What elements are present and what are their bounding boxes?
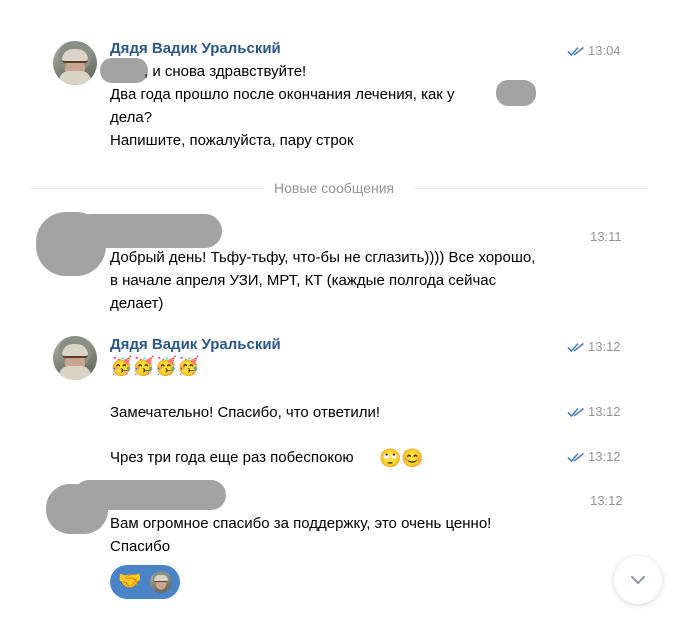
party-face-emoji: 🥳🥳🥳🥳 [110,356,200,376]
message-text: Чрез три года еще раз побеспокою [110,449,354,466]
avatar-shirt [59,71,91,85]
message-text: Два года прошло после окончания лечения,… [110,86,455,103]
avatar-hat [62,49,88,63]
message-text: Напишите, пожалуйста, пару строк [110,132,354,149]
double-check-icon [567,46,584,57]
message-author[interactable]: Дядя Вадик Уральский [110,40,281,57]
redacted-author [74,480,226,510]
message-text: Вам огромное спасибо за поддержку, это о… [110,515,492,532]
message-text: Добрый день! Тьфу-тьфу, что-бы не сглази… [110,249,536,266]
reaction-chip[interactable]: 🤝 [110,565,180,599]
avatar-hat [62,344,88,358]
redacted-text [100,58,148,83]
avatar-shirt [59,366,91,380]
message-time: 13:04 [588,43,621,58]
message-text: Замечательно! Спасибо, что ответили! [110,404,381,421]
chevron-down-icon [631,576,645,584]
new-messages-divider: Новые сообщения [274,180,395,196]
avatar[interactable] [53,336,97,380]
double-check-icon [567,342,584,353]
avatar[interactable] [53,41,97,85]
avatar-hat [154,575,168,582]
redacted-text [496,80,536,106]
message-time: 13:12 [588,404,621,419]
divider-line [414,188,648,189]
message-time: 13:12 [590,493,623,508]
scroll-down-button[interactable] [614,556,662,604]
message-text: , и снова здравствуйте! [144,63,307,80]
double-check-icon [567,452,584,463]
redacted-author [74,214,222,248]
message-author[interactable]: Дядя Вадик Уральский [110,336,281,353]
message-text: делает) [110,295,164,312]
message-time: 13:12 [588,339,621,354]
message-text: Спасибо [110,538,171,555]
double-check-icon [567,407,584,418]
handshake-emoji: 🤝 [118,571,142,592]
message-time: 13:11 [590,229,622,244]
message-text: дела? [110,109,153,126]
emoji: 🙄😊 [379,448,424,468]
reactor-avatar [150,571,172,593]
message-time: 13:12 [588,449,621,464]
message-text: в начале апреля УЗИ, МРТ, КТ (каждые пол… [110,272,497,289]
divider-line [30,188,264,189]
